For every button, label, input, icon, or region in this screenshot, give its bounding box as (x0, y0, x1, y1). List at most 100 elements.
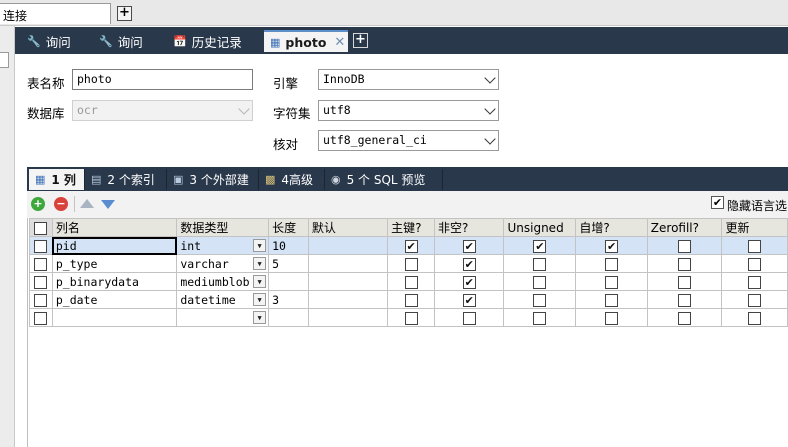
not-null-checkbox[interactable]: ✔ (462, 275, 476, 289)
header-length[interactable]: 长度 (268, 218, 309, 237)
primary-key-cell[interactable] (387, 308, 435, 327)
table-row[interactable]: p_type varchar ▼ 5 ✔ (29, 254, 788, 273)
column-name-cell[interactable] (51, 308, 178, 327)
table-row[interactable]: p_date datetime ▼ 3 ✔ (29, 290, 788, 309)
subtab-indexes[interactable]: ▤ 2 个索引 (85, 169, 167, 190)
on-update-checkbox[interactable] (748, 239, 762, 253)
on-update-checkbox[interactable] (748, 311, 762, 325)
connection-tab[interactable]: 连接 (0, 3, 111, 24)
unsigned-cell[interactable] (503, 254, 577, 273)
dropdown-arrow-icon[interactable]: ▼ (253, 311, 267, 324)
tab-history[interactable]: 📅 历史记录 (167, 30, 259, 52)
table-row[interactable]: pid int ▼ 10 ✔ ✔ ✔ ✔ (29, 236, 788, 255)
subtab-sql-preview[interactable]: ◉ 5 个 SQL 预览 (325, 169, 443, 190)
zerofill-cell[interactable] (646, 272, 723, 291)
unsigned-cell[interactable] (503, 272, 577, 291)
on-update-checkbox[interactable] (748, 257, 762, 271)
on-update-cell[interactable] (721, 290, 788, 309)
row-select-checkbox[interactable] (34, 293, 48, 307)
length-cell[interactable] (268, 272, 309, 291)
not-null-cell[interactable]: ✔ (433, 236, 505, 255)
default-cell[interactable] (307, 236, 389, 255)
dropdown-arrow-icon[interactable]: ▼ (253, 293, 267, 306)
select-all-header[interactable] (29, 218, 53, 237)
unsigned-checkbox[interactable] (533, 257, 547, 271)
on-update-checkbox[interactable] (748, 293, 762, 307)
tab-photo[interactable]: ▦ photo ✕ (264, 30, 348, 52)
header-zerofill[interactable]: Zerofill? (646, 218, 723, 237)
zerofill-checkbox[interactable] (678, 293, 692, 307)
data-type-cell[interactable]: mediumblob ▼ (176, 272, 270, 291)
table-row[interactable]: ▼ (29, 308, 788, 327)
on-update-cell[interactable] (721, 236, 788, 255)
not-null-checkbox[interactable]: ✔ (462, 293, 476, 307)
collation-select[interactable]: utf8_general_ci (318, 130, 499, 151)
not-null-checkbox[interactable]: ✔ (462, 239, 476, 253)
row-select-checkbox[interactable] (34, 239, 48, 253)
auto-increment-checkbox[interactable] (605, 257, 619, 271)
unsigned-checkbox[interactable]: ✔ (533, 239, 547, 253)
header-data-type[interactable]: 数据类型 (176, 218, 270, 237)
row-select-cell[interactable] (29, 272, 53, 291)
on-update-checkbox[interactable] (748, 275, 762, 289)
primary-key-checkbox[interactable]: ✔ (404, 239, 418, 253)
unsigned-cell[interactable] (503, 308, 577, 327)
primary-key-cell[interactable] (387, 272, 435, 291)
on-update-cell[interactable] (721, 308, 788, 327)
auto-increment-cell[interactable] (575, 290, 648, 309)
engine-select[interactable]: InnoDB (318, 69, 499, 90)
table-row[interactable]: p_binarydata mediumblob ▼ ✔ (29, 272, 788, 291)
row-select-checkbox[interactable] (34, 275, 48, 289)
subtab-columns[interactable]: ▦ 1 列 (29, 169, 85, 190)
data-type-cell[interactable]: int ▼ (176, 236, 270, 255)
header-primary-key[interactable]: 主键? (387, 218, 435, 237)
move-up-icon[interactable] (80, 199, 94, 208)
column-name-cell[interactable]: pid (51, 236, 178, 255)
primary-key-checkbox[interactable] (404, 311, 418, 325)
row-select-cell[interactable] (29, 236, 53, 255)
default-cell[interactable] (307, 272, 389, 291)
header-auto-increment[interactable]: 自增? (575, 218, 648, 237)
auto-increment-cell[interactable] (575, 308, 648, 327)
length-cell[interactable]: 3 (268, 290, 309, 309)
auto-increment-checkbox[interactable]: ✔ (605, 239, 619, 253)
subtab-advanced[interactable]: ▩ 4高级 (259, 169, 325, 190)
primary-key-checkbox[interactable] (404, 293, 418, 307)
zerofill-cell[interactable] (646, 236, 723, 255)
not-null-checkbox[interactable] (462, 311, 476, 325)
zerofill-cell[interactable] (646, 308, 723, 327)
select-all-checkbox[interactable] (34, 221, 48, 235)
data-type-cell[interactable]: datetime ▼ (176, 290, 270, 309)
auto-increment-checkbox[interactable] (605, 311, 619, 325)
primary-key-cell[interactable]: ✔ (387, 236, 435, 255)
charset-select[interactable]: utf8 (318, 100, 499, 121)
default-cell[interactable] (307, 254, 389, 273)
close-tab-icon[interactable]: ✕ (334, 35, 345, 50)
auto-increment-checkbox[interactable] (605, 293, 619, 307)
dropdown-arrow-icon[interactable]: ▼ (253, 239, 267, 252)
zerofill-checkbox[interactable] (678, 275, 692, 289)
delete-column-button[interactable]: − (54, 197, 68, 211)
dropdown-arrow-icon[interactable]: ▼ (253, 275, 267, 288)
primary-key-cell[interactable] (387, 254, 435, 273)
unsigned-checkbox[interactable] (533, 311, 547, 325)
default-cell[interactable] (307, 290, 389, 309)
unsigned-checkbox[interactable] (533, 275, 547, 289)
data-type-cell[interactable]: ▼ (176, 308, 270, 327)
zerofill-checkbox[interactable] (678, 311, 692, 325)
zerofill-cell[interactable] (646, 254, 723, 273)
column-name-cell[interactable]: p_binarydata (51, 272, 178, 291)
header-column-name[interactable]: 列名 (51, 218, 178, 237)
not-null-cell[interactable] (433, 308, 505, 327)
auto-increment-checkbox[interactable] (605, 275, 619, 289)
sidebar-search-box[interactable] (0, 52, 9, 68)
not-null-cell[interactable]: ✔ (433, 290, 505, 309)
table-name-input[interactable]: photo (72, 69, 253, 90)
unsigned-checkbox[interactable] (533, 293, 547, 307)
on-update-cell[interactable] (721, 272, 788, 291)
header-default[interactable]: 默认 (307, 218, 389, 237)
column-name-cell[interactable]: p_type (51, 254, 178, 273)
header-unsigned[interactable]: Unsigned (503, 218, 577, 237)
move-down-icon[interactable] (101, 200, 115, 209)
tab-query-2[interactable]: 🔧 询问 (93, 30, 163, 52)
